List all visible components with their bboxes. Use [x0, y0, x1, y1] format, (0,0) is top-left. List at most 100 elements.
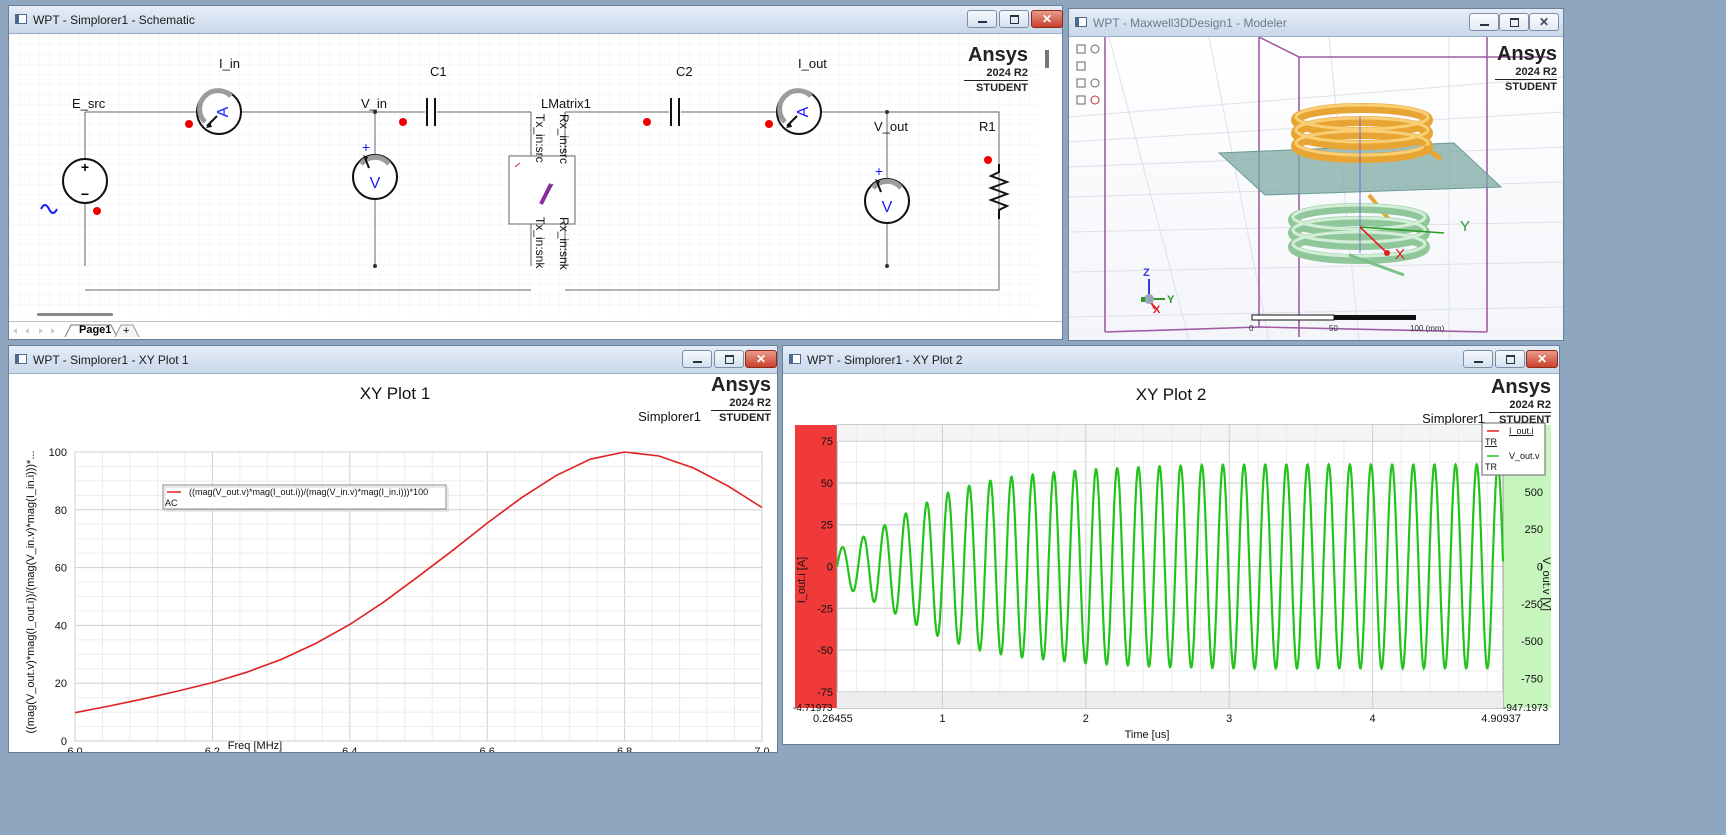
y-axis-left-label: I_out.i [A]: [796, 557, 808, 603]
horizontal-scrollbar[interactable]: [37, 313, 113, 316]
plot2-titlebar[interactable]: WPT - Simplorer1 - XY Plot 2: [783, 346, 1559, 374]
plus-sign: +: [362, 139, 370, 155]
y-left-tick-label: 0: [827, 562, 833, 574]
brand-name: Ansys: [1490, 376, 1551, 398]
label-r1: R1: [979, 119, 996, 134]
close-button[interactable]: [1526, 350, 1558, 368]
page-tab-label[interactable]: Page1: [79, 324, 111, 336]
x-tick-label: 6.2: [205, 746, 220, 752]
minimize-button[interactable]: [1463, 350, 1493, 368]
xy-plot-2-window[interactable]: WPT - Simplorer1 - XY Plot 2 XY Plot 2 S…: [782, 345, 1560, 745]
triad-y-label: Y: [1167, 294, 1175, 306]
scale-bar: 0 50 100 (mm): [1249, 314, 1445, 333]
legend-entry-i-out: I_out.i: [1509, 426, 1534, 436]
window-icon: [15, 354, 27, 364]
x-tick-label: 6.6: [480, 746, 495, 752]
xy-plot-1-window[interactable]: WPT - Simplorer1 - XY Plot 1 XY Plot 1 S…: [8, 345, 778, 753]
probe-dot: [93, 207, 101, 215]
window-title: WPT - Maxwell3DDesign1 - Modeler: [1093, 16, 1287, 30]
legend[interactable]: ((mag(V_out.v)*mag(I_out.i))/(mag(V_in.v…: [162, 484, 449, 512]
schematic-titlebar[interactable]: WPT - Simplorer1 - Schematic: [9, 6, 1063, 34]
legend-subtitle: AC: [165, 498, 178, 508]
axis-y-label: Y: [1460, 218, 1470, 235]
schematic-canvas[interactable]: + − A V + Tx_in:src Rx_in:src Tx_in:snk …: [9, 34, 1062, 339]
x-tick-label: 4.90937: [1481, 713, 1521, 725]
y-tick-label: 0: [61, 736, 67, 748]
x-tick-label: 3: [1226, 713, 1232, 725]
x-tick-label: 6.4: [342, 746, 357, 752]
y-left-min-label: -4.71973: [793, 703, 833, 714]
y-tick-label: 80: [55, 505, 67, 517]
y-left-tick-label: -50: [817, 645, 833, 657]
label-i-in: I_in: [219, 56, 240, 71]
minimize-button[interactable]: [682, 350, 712, 368]
y-left-tick-label: 25: [821, 520, 833, 532]
y-tick-label: 100: [49, 447, 67, 459]
minus-sign: −: [81, 186, 89, 202]
ammeter-label: A: [215, 106, 232, 117]
y-right-tick-label: 250: [1525, 524, 1543, 536]
legend-sub-v-out: TR: [1485, 462, 1497, 472]
legend[interactable]: I_out.i TR V_out.v TR: [1481, 422, 1546, 476]
pin-rx-src: Rx_in:src: [557, 114, 571, 164]
page-nav-arrows[interactable]: [13, 328, 55, 334]
minimize-button[interactable]: [967, 10, 997, 28]
probe-dot: [765, 120, 773, 128]
y-tick-label: 60: [55, 563, 67, 575]
close-button[interactable]: [1031, 10, 1063, 28]
model-tree-toolbar[interactable]: [1076, 44, 1100, 105]
upper-shade: [837, 425, 1503, 442]
y-left-tick-label: 75: [821, 436, 833, 448]
legend-entry-v-out: V_out.v: [1509, 451, 1540, 461]
triad-z-label: Z: [1143, 267, 1150, 279]
maximize-button[interactable]: [1499, 13, 1529, 31]
brand-edition: STUDENT: [1499, 414, 1551, 426]
label-i-out: I_out: [798, 56, 827, 71]
ansys-logo: Ansys 2024 R2 STUDENT: [964, 44, 1028, 95]
modeler-window[interactable]: WPT - Maxwell3DDesign1 - Modeler ✕ X Y Z…: [1068, 8, 1564, 341]
plus-sign: +: [875, 163, 883, 179]
minimize-button[interactable]: [1469, 13, 1499, 31]
close-button[interactable]: [745, 350, 777, 368]
axis-x-label: X: [1395, 246, 1405, 263]
x-tick-label: 1: [939, 713, 945, 725]
y-left-tick-label: -25: [817, 603, 833, 615]
x-tick-label: 4: [1370, 713, 1376, 725]
modeler-titlebar[interactable]: WPT - Maxwell3DDesign1 - Modeler: [1069, 9, 1563, 37]
c1-capacitor[interactable]: [425, 98, 437, 126]
x-axis-label: Freq [MHz]: [228, 740, 282, 752]
maximize-button[interactable]: [714, 350, 744, 368]
x-tick-label: 0.26455: [813, 713, 853, 725]
y-right-tick-label: -750: [1521, 674, 1543, 686]
scale-mid: 50: [1329, 324, 1338, 333]
plot1-area[interactable]: XY Plot 1 Simplorer1 Freq [MHz] ((mag(V_…: [9, 374, 777, 752]
x-tick-label: 7.0: [754, 746, 769, 752]
label-lmatrix: LMatrix1: [541, 96, 591, 111]
schematic-window[interactable]: WPT - Simplorer1 - Schematic ✕ + − A V +…: [8, 5, 1063, 340]
y-left-tick-label: 50: [821, 478, 833, 490]
modeler-viewport[interactable]: X Y Z Y X 0 50 100 (mm) Ansys 2024 R2 ST…: [1069, 37, 1563, 340]
window-title: WPT - Simplorer1 - XY Plot 1: [33, 353, 189, 367]
brand-name: Ansys: [967, 44, 1028, 66]
ansys-logo: Ansys 2024 R2 STUDENT: [1495, 43, 1557, 94]
label-v-out: V_out: [874, 119, 908, 134]
axis-triad-icon: Z Y X: [1141, 267, 1175, 316]
brand-name: Ansys: [1496, 43, 1557, 65]
lower-shade: [837, 691, 1503, 708]
y-axis-label: ((mag(V_out.v)*mag(I_out.i))/(mag(V_in.v…: [25, 450, 37, 733]
probe-dot: [984, 156, 992, 164]
plot1-titlebar[interactable]: WPT - Simplorer1 - XY Plot 1: [9, 346, 777, 374]
y-left-tick-label: -75: [817, 687, 833, 699]
close-button[interactable]: [1529, 13, 1559, 31]
plot2-area[interactable]: XY Plot 2 Simplorer1 0.26455 1 2 3 4 4.90937 7…: [783, 374, 1559, 744]
ammeter-label: A: [795, 106, 812, 117]
add-page-label[interactable]: +: [123, 325, 129, 337]
scale-start: 0: [1249, 324, 1254, 333]
window-title: WPT - Simplorer1 - XY Plot 2: [807, 353, 963, 367]
probe-dot: [399, 118, 407, 126]
lmatrix-block[interactable]: [508, 155, 576, 225]
maximize-button[interactable]: [999, 10, 1029, 28]
vertical-scrollbar[interactable]: [1045, 50, 1049, 68]
brand-edition: STUDENT: [1505, 81, 1557, 93]
maximize-button[interactable]: [1495, 350, 1525, 368]
